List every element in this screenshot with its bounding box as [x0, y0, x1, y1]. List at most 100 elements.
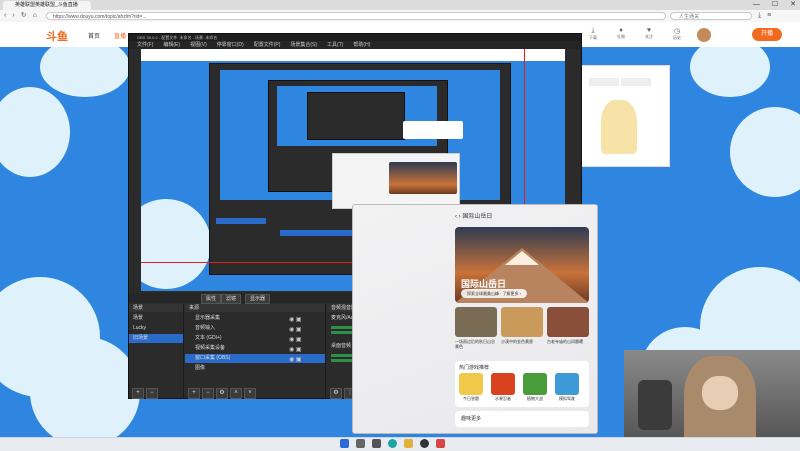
- menu-icon[interactable]: ≡: [767, 10, 771, 22]
- move-down-icon[interactable]: ˅: [244, 388, 256, 399]
- gift-icon[interactable]: ♦ 礼物: [612, 27, 630, 40]
- forward-icon[interactable]: ›: [12, 10, 14, 22]
- obs-menu-profile[interactable]: 配置文件(P): [254, 41, 281, 49]
- game-caption[interactable]: 模拟驾驶: [554, 396, 580, 402]
- display-button[interactable]: 显示器: [245, 294, 273, 304]
- obs-menu-help[interactable]: 帮助(H): [353, 41, 370, 49]
- scenes-header: 场景: [129, 304, 183, 312]
- scene-item-selected[interactable]: 旧场景: [129, 334, 183, 343]
- hero-subtitle-pill[interactable]: 探索全球最美山峰 · 了解更多 ›: [461, 289, 527, 298]
- cloud-decoration: [690, 47, 770, 97]
- obs-menu-edit[interactable]: 编辑(E): [163, 41, 180, 49]
- mixer-settings-icon[interactable]: ⚙: [330, 388, 342, 399]
- eye-icon[interactable]: ◉ ▣: [289, 326, 319, 336]
- mascot-image: [601, 100, 637, 154]
- obs-menu-scene-collection[interactable]: 场景集合(S): [290, 41, 317, 49]
- browser-search-input[interactable]: 人生通关: [670, 12, 752, 20]
- add-scene-icon[interactable]: +: [132, 388, 144, 399]
- news-thumbnail[interactable]: [501, 307, 543, 337]
- panel-tab[interactable]: [589, 78, 619, 86]
- maximize-icon[interactable]: ☐: [772, 0, 778, 10]
- game-caption[interactable]: 植物大战: [522, 396, 548, 402]
- cloud-decoration: [40, 47, 130, 97]
- eye-icon[interactable]: ◉ ▣: [289, 346, 319, 356]
- move-up-icon[interactable]: ˄: [230, 388, 242, 399]
- history-icon[interactable]: ◷ 历史: [668, 27, 686, 40]
- news-thumbnail[interactable]: [547, 307, 589, 337]
- eye-icon[interactable]: ◉ ▣: [289, 356, 319, 366]
- remove-scene-icon[interactable]: −: [146, 388, 158, 399]
- scenes-controls: + −: [132, 388, 160, 399]
- games-title: 热门游戏推荐: [459, 365, 490, 371]
- obs-menu-tools[interactable]: 工具(T): [327, 41, 343, 49]
- game-tile[interactable]: [555, 373, 579, 395]
- eye-icon[interactable]: ◉ ▣: [289, 336, 319, 346]
- obs-menu-file[interactable]: 文件(F): [137, 41, 153, 49]
- download-icon[interactable]: ⤓ 下载: [584, 27, 602, 40]
- refresh-icon[interactable]: ↻: [21, 10, 27, 22]
- sources-dock: 来源 显示器采集 音频输入 文本 (GDI+) 视频采集设备 窗口采集 (OBS…: [185, 304, 326, 399]
- chat-panel: [580, 65, 670, 167]
- filters-button[interactable]: 滤镜: [221, 294, 244, 304]
- chair-image: [638, 380, 672, 430]
- browser-tab-bar: 英雄联盟英雄联盟_斗鱼直播 — ☐ ✕: [0, 0, 800, 10]
- game-tile[interactable]: [459, 373, 483, 395]
- games-card: 热门游戏推荐 今日答题 水果忍者 植物大战 模拟驾驶: [455, 361, 589, 407]
- face-image: [702, 376, 738, 410]
- widget-popup-preview: [332, 153, 460, 209]
- source-settings-icon[interactable]: ⚙: [216, 388, 228, 399]
- game-caption[interactable]: 水果忍者: [490, 396, 516, 402]
- taskbar-icons: [340, 439, 445, 448]
- nested-capture-3: [307, 92, 405, 140]
- cloud-decoration: [0, 87, 70, 177]
- close-icon[interactable]: ✕: [790, 0, 796, 10]
- game-tile[interactable]: [523, 373, 547, 395]
- obs-icon[interactable]: [420, 439, 429, 448]
- scene-item[interactable]: 场景: [129, 314, 183, 323]
- extension-icons: ⤓ ≡: [758, 10, 771, 22]
- header-icon-group: ⤓下载 ♦礼物 ♥关注 ◷历史 ✉消息: [584, 27, 714, 40]
- game-tile[interactable]: [491, 373, 515, 395]
- follow-icon[interactable]: ♥ 关注: [640, 27, 658, 40]
- obs-menu-docks[interactable]: 停靠窗口(D): [217, 41, 244, 49]
- minimize-icon[interactable]: —: [753, 0, 760, 10]
- news-caption[interactable]: 一场雨过后的秋日山谷景色: [455, 339, 497, 349]
- windows-start-icon[interactable]: [340, 439, 349, 448]
- store-icon[interactable]: [436, 439, 445, 448]
- taskview-icon[interactable]: [372, 439, 381, 448]
- nav-home-link[interactable]: 首页: [88, 31, 100, 40]
- download-icon[interactable]: ⤓: [758, 10, 761, 22]
- site-logo[interactable]: 斗鱼: [46, 28, 68, 44]
- add-source-icon[interactable]: +: [188, 388, 200, 399]
- back-icon[interactable]: ‹: [4, 10, 6, 22]
- news-caption[interactable]: 沙漠中的金色黄昏: [501, 339, 543, 344]
- home-icon[interactable]: ⌂: [33, 10, 37, 22]
- nav-live-link[interactable]: 直播: [114, 31, 126, 40]
- sources-header: 来源: [185, 304, 325, 312]
- more-fun-card[interactable]: 趣味更多: [455, 411, 589, 427]
- avatar[interactable]: [696, 27, 712, 43]
- browser-nav-icons: ‹ › ↻ ⌂: [4, 10, 37, 22]
- hero-card[interactable]: 国际山岳日 探索全球最美山峰 · 了解更多 ›: [455, 227, 589, 303]
- game-caption[interactable]: 今日答题: [458, 396, 484, 402]
- cloud-decoration: [30, 337, 140, 437]
- browser-tab[interactable]: 英雄联盟英雄联盟_斗鱼直播: [3, 1, 91, 10]
- cloud-decoration: [730, 107, 800, 197]
- url-input[interactable]: https://www.douyu.com/topic/ahzlm?rid=..…: [46, 12, 666, 20]
- search-icon[interactable]: [356, 439, 365, 448]
- nested-popup: [403, 121, 463, 139]
- news-caption[interactable]: 古老寺庙的山间晨曦: [547, 339, 589, 344]
- edge-icon[interactable]: [388, 439, 397, 448]
- remove-source-icon[interactable]: −: [202, 388, 214, 399]
- panel-tab[interactable]: [621, 78, 651, 86]
- eye-icon[interactable]: ◉ ▣: [289, 316, 319, 326]
- news-thumbnail[interactable]: [455, 307, 497, 337]
- scene-item[interactable]: Lucky: [129, 324, 183, 333]
- windows-taskbar: [0, 437, 800, 451]
- explorer-icon[interactable]: [404, 439, 413, 448]
- mountain-snow-image: [505, 251, 539, 265]
- obs-menu-view[interactable]: 视图(V): [190, 41, 207, 49]
- widgets-nav[interactable]: ‹ › 国际山岳日: [455, 211, 492, 220]
- webcam-feed: [624, 350, 800, 450]
- open-live-button[interactable]: 开播: [752, 28, 782, 41]
